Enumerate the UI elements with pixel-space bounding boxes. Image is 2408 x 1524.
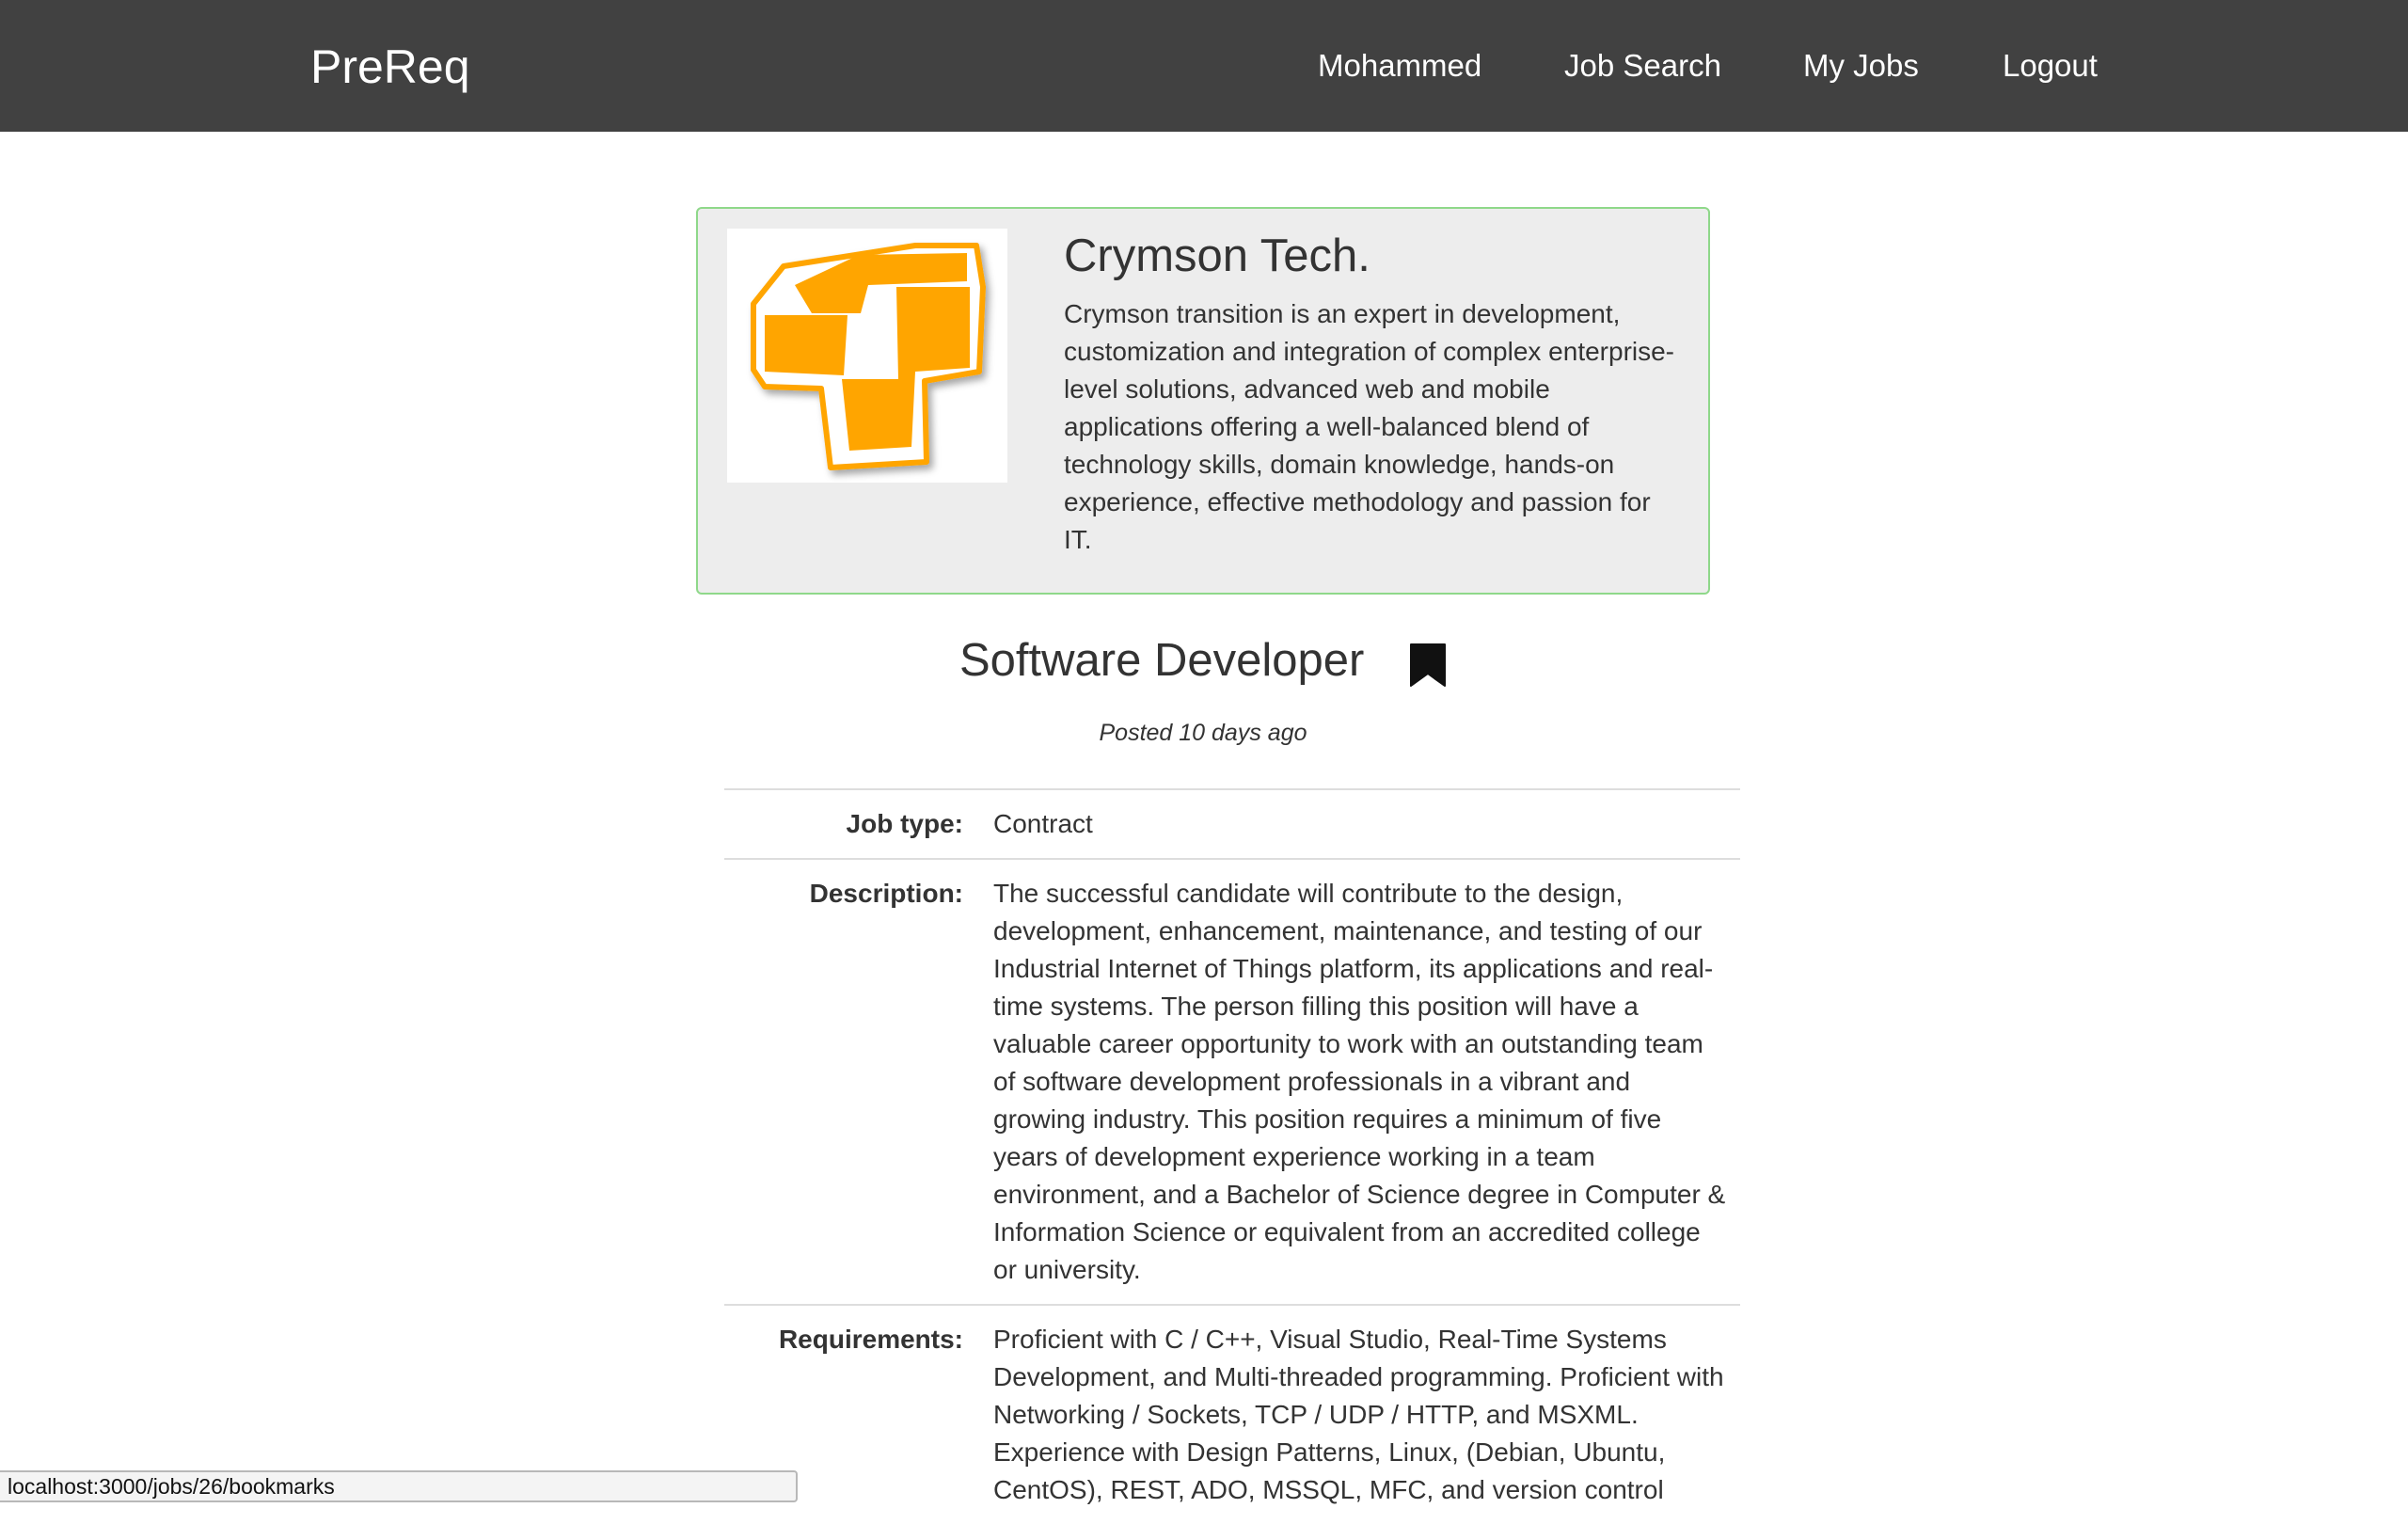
- job-type-value: Contract: [993, 809, 1093, 838]
- company-description: Crymson transition is an expert in devel…: [1064, 299, 1675, 554]
- job-title: Software Developer: [959, 635, 1365, 686]
- browser-status-bar: localhost:3000/jobs/26/bookmarks: [0, 1470, 798, 1502]
- posted-date: Posted 10 days ago: [1099, 720, 1307, 746]
- description-row: Description: The successful candidate wi…: [724, 858, 1740, 1304]
- bookmark-icon[interactable]: [1408, 642, 1448, 689]
- crymson-logo-icon: [751, 243, 986, 470]
- requirements-row: Requirements: Proficient with C / C++, V…: [724, 1304, 1740, 1524]
- nav-link-job-search[interactable]: Job Search: [1564, 45, 1721, 87]
- company-card: Crymson Tech. Crymson transition is an e…: [696, 207, 1710, 595]
- company-name: Crymson Tech.: [1064, 230, 1370, 281]
- nav-link-logout[interactable]: Logout: [2003, 45, 2098, 87]
- nav-link-profile[interactable]: Mohammed: [1318, 45, 1481, 87]
- description-label: Description:: [809, 879, 963, 908]
- requirements-value: Proficient with C / C++, Visual Studio, …: [993, 1325, 1724, 1504]
- company-logo: [727, 229, 1007, 483]
- job-type-label: Job type:: [846, 809, 963, 838]
- top-navbar: PreReq Mohammed Job Search My Jobs Logou…: [0, 0, 2408, 132]
- job-type-row: Job type: Contract: [724, 788, 1740, 858]
- brand-logo-link[interactable]: PreReq: [310, 36, 470, 98]
- job-details-table: Job type: Contract Description: The succ…: [724, 788, 1740, 1524]
- nav-link-my-jobs[interactable]: My Jobs: [1803, 45, 1919, 87]
- description-value: The successful candidate will contribute…: [993, 879, 1726, 1284]
